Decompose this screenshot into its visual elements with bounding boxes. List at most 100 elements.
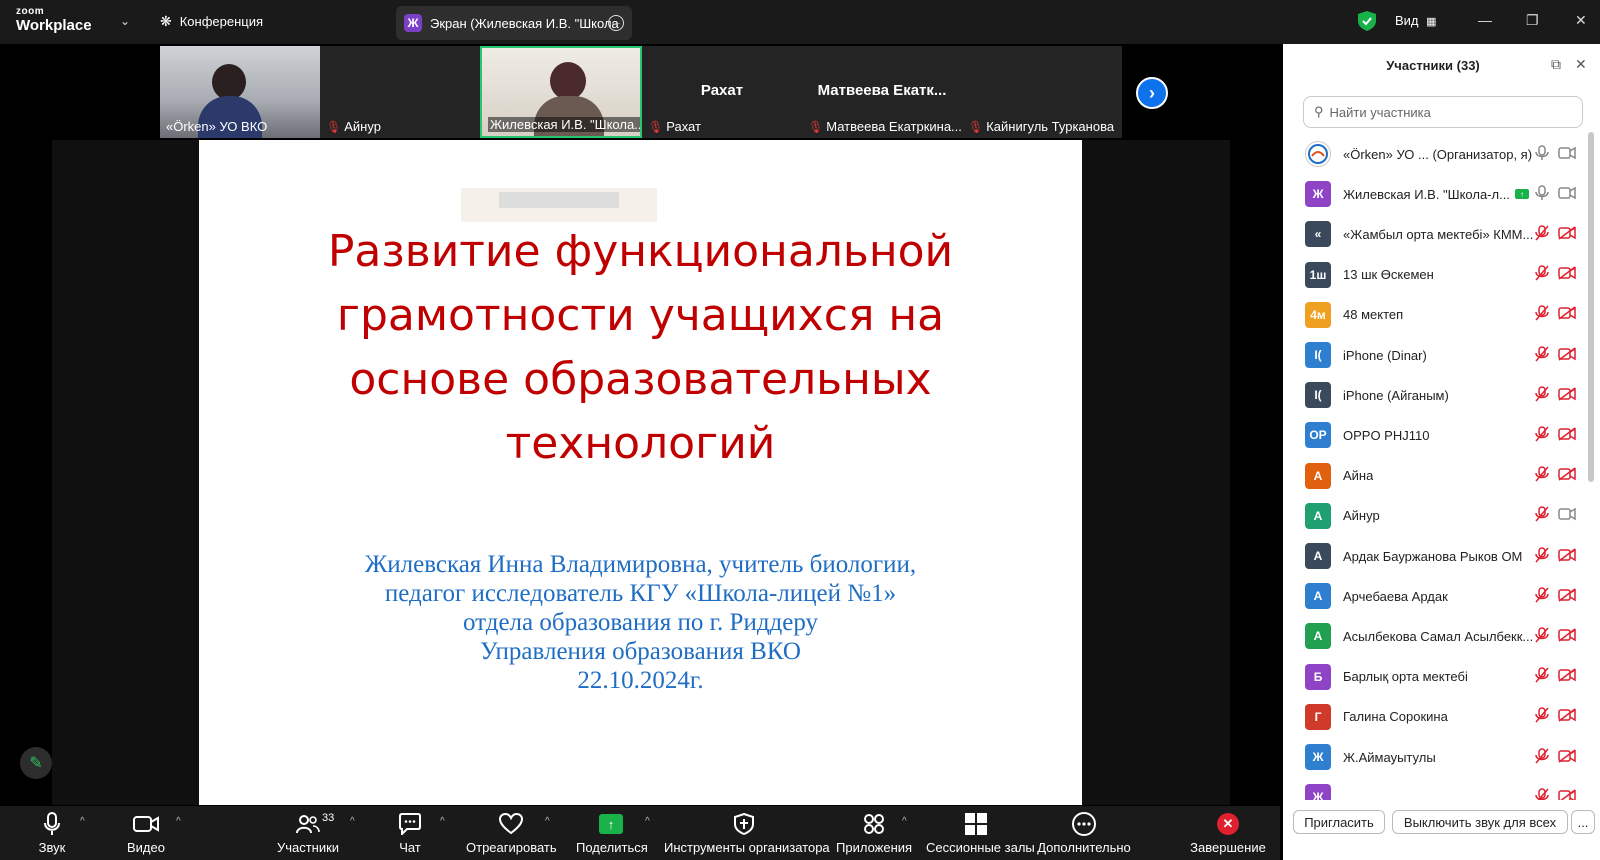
chat-options-caret[interactable]: ^ — [440, 816, 445, 827]
mic-muted-icon[interactable] — [1535, 225, 1549, 244]
mic-muted-icon[interactable] — [1535, 305, 1549, 324]
mic-muted-icon[interactable] — [1535, 667, 1549, 686]
mic-muted-icon[interactable] — [1535, 747, 1549, 767]
apps-options-caret[interactable]: ^ — [902, 816, 907, 827]
mic-muted-icon[interactable] — [1535, 385, 1549, 405]
mic-muted-icon[interactable] — [1535, 466, 1549, 485]
invite-button[interactable]: Пригласить — [1293, 810, 1385, 834]
participant-row[interactable]: «Örken» УО ... (Организатор, я) — [1283, 134, 1588, 174]
restore-button[interactable]: ❐ — [1526, 12, 1539, 29]
chat-button[interactable]: Чат — [390, 810, 430, 855]
video-tile-active[interactable]: Жилевская И.В. "Школа... — [480, 46, 642, 138]
more-panel-options-button[interactable]: ... — [1571, 810, 1595, 834]
video-camera-icon[interactable] — [1558, 186, 1576, 203]
close-panel-icon[interactable]: ✕ — [1575, 56, 1587, 73]
meeting-info-button[interactable]: ❋ Конференция — [160, 13, 263, 30]
end-meeting-button[interactable]: ✕ Завершение — [1190, 810, 1266, 855]
close-window-button[interactable]: ✕ — [1575, 12, 1587, 29]
video-tile[interactable]: 🎙︎ Кайнигуль Турканова — [962, 46, 1122, 138]
audio-button[interactable]: Звук — [32, 810, 72, 855]
video-tile[interactable]: Рахат 🎙︎ Рахат — [642, 46, 802, 138]
video-tile[interactable]: 🎙︎ Айнур — [320, 46, 480, 138]
next-page-button[interactable]: › — [1136, 77, 1168, 109]
react-options-caret[interactable]: ^ — [545, 816, 550, 827]
participant-row[interactable]: OP OPPO PHJ110 — [1283, 415, 1588, 455]
mute-all-button[interactable]: Выключить звук для всех — [1392, 810, 1568, 834]
participant-row[interactable]: Ж Жилевская И.В. "Школа-л... ↑ — [1283, 174, 1588, 214]
participant-row[interactable]: Ж Ж.Аймауытулы — [1283, 737, 1588, 777]
participant-search-input[interactable]: ⚲ Найти участника — [1303, 96, 1583, 128]
breakout-rooms-button[interactable]: Сессионные залы — [926, 810, 1035, 855]
mic-muted-icon[interactable] — [1535, 707, 1549, 726]
participant-name: Барлық орта мектебі — [1343, 669, 1468, 685]
zoom-logo[interactable]: zoom Workplace — [16, 7, 92, 34]
camera-off-icon[interactable] — [1558, 547, 1576, 565]
mic-muted-icon[interactable] — [1535, 426, 1549, 445]
apps-button[interactable]: Приложения — [836, 810, 912, 855]
host-tools-button[interactable]: Инструменты организатора — [664, 810, 830, 855]
mic-muted-icon[interactable] — [1535, 506, 1549, 525]
mic-muted-icon[interactable] — [1535, 627, 1549, 646]
camera-off-icon[interactable] — [1558, 226, 1576, 243]
microphone-icon[interactable] — [1535, 184, 1549, 204]
participant-row[interactable]: А Айна — [1283, 456, 1588, 496]
video-tile[interactable]: Матвеева Екатк... 🎙︎ Матвеева Екатркина..… — [802, 46, 962, 138]
mic-muted-icon[interactable] — [1535, 546, 1549, 566]
participant-row[interactable]: Г Галина Сорокина — [1283, 697, 1588, 737]
participant-row[interactable]: А Ардак Бауржанова Рыков ОМ — [1283, 536, 1588, 576]
camera-off-icon[interactable] — [1558, 467, 1576, 484]
camera-off-icon[interactable] — [1558, 427, 1576, 444]
video-tile[interactable]: «Örken» УО ВКО — [160, 46, 320, 138]
mic-muted-icon[interactable] — [1535, 265, 1549, 284]
screen-share-tab[interactable]: Ж Экран (Жилевская И.В. "Школа ··· — [396, 6, 632, 40]
mic-muted-icon[interactable] — [1535, 345, 1549, 365]
video-options-caret[interactable]: ^ — [176, 816, 181, 827]
video-camera-icon[interactable] — [1558, 146, 1576, 163]
participant-row[interactable]: Ж — [1283, 777, 1588, 802]
avatar: I( — [1305, 382, 1331, 409]
participant-row[interactable]: I(iPhone (Dinar) — [1283, 335, 1588, 375]
participant-name: Арчебаева Ардак — [1343, 588, 1448, 604]
participant-row[interactable]: Б Барлық орта мектебі — [1283, 657, 1588, 697]
microphone-icon[interactable] — [1535, 144, 1549, 164]
camera-off-icon[interactable] — [1558, 748, 1576, 766]
tile-name: 🎙︎ Айнур — [326, 119, 381, 134]
host-tools-icon — [664, 810, 824, 838]
view-button[interactable]: Вид ▦ — [1395, 13, 1437, 28]
camera-off-icon[interactable] — [1558, 708, 1576, 725]
participant-row[interactable]: А Арчебаева Ардак — [1283, 576, 1588, 616]
participant-row[interactable]: « «Жамбыл орта мектебі» КММ... — [1283, 214, 1588, 254]
video-camera-icon[interactable] — [1558, 507, 1576, 524]
share-options-caret[interactable]: ^ — [645, 816, 650, 827]
camera-off-icon[interactable] — [1558, 588, 1576, 605]
camera-off-icon[interactable] — [1558, 266, 1576, 283]
participant-row[interactable]: А Айнур — [1283, 496, 1588, 536]
meeting-label: Конференция — [179, 14, 264, 29]
participant-list-scrollbar[interactable] — [1588, 132, 1594, 482]
camera-off-icon[interactable] — [1558, 387, 1576, 404]
audio-options-caret[interactable]: ^ — [80, 816, 85, 827]
participant-row[interactable]: I(iPhone (Айганым) — [1283, 375, 1588, 415]
encryption-shield-icon[interactable] — [1358, 11, 1376, 31]
participant-row[interactable]: А Асылбекова Самал Асылбекк... — [1283, 616, 1588, 656]
participant-row[interactable]: 4м 48 мектеп — [1283, 295, 1588, 335]
mic-muted-icon: 🎙︎ — [968, 119, 984, 134]
avatar: Б — [1305, 663, 1331, 690]
participant-row[interactable]: 1ш 13 шк Өскемен — [1283, 255, 1588, 295]
more-button[interactable]: Дополнительно — [1036, 810, 1132, 855]
video-button[interactable]: Видео — [124, 810, 168, 855]
annotate-pencil-button[interactable]: ✎ — [20, 747, 52, 779]
pop-out-icon[interactable]: ⧉ — [1551, 56, 1561, 73]
camera-off-icon[interactable] — [1558, 668, 1576, 685]
camera-off-icon[interactable] — [1558, 346, 1576, 364]
react-button[interactable]: Отреагировать — [466, 810, 557, 855]
share-button[interactable]: ↑ Поделиться — [576, 810, 648, 855]
participants-options-caret[interactable]: ^ — [350, 816, 355, 827]
camera-off-icon[interactable] — [1558, 628, 1576, 645]
minimize-button[interactable]: — — [1478, 12, 1492, 28]
mic-muted-icon[interactable] — [1535, 586, 1549, 606]
more-options-icon[interactable]: ··· — [608, 15, 624, 31]
chevron-down-icon[interactable]: ⌄ — [120, 14, 130, 28]
camera-off-icon[interactable] — [1558, 306, 1576, 323]
participant-name: OPPO PHJ110 — [1343, 427, 1430, 443]
